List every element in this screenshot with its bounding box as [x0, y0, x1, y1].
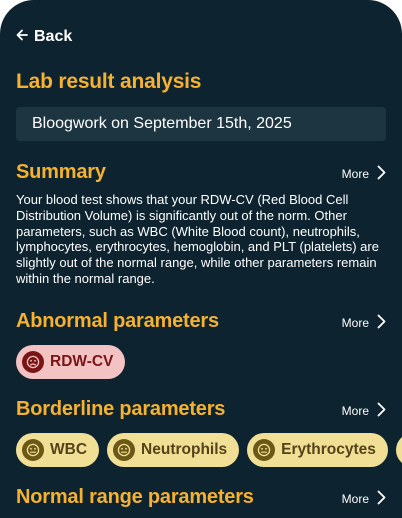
- parameter-chip-rdw-cv[interactable]: RDW-CV: [16, 345, 126, 379]
- chevron-right-icon: [377, 402, 386, 420]
- neutral-face-icon: [22, 439, 44, 461]
- report-selector-value: Bloogwork on September 15th, 2025: [32, 115, 292, 132]
- neutral-face-icon: [113, 439, 136, 461]
- report-selector[interactable]: Bloogwork on September 15th, 2025: [16, 107, 386, 141]
- chip-label: WBC: [50, 441, 88, 458]
- arrow-left-icon: [16, 28, 28, 46]
- abnormal-chips: RDW-CV: [16, 345, 126, 379]
- chip-label: RDW-CV: [50, 353, 114, 370]
- lab-result-screen: Back Lab result analysis Bloogwork on Se…: [0, 0, 402, 518]
- chip-label: Neutrophils: [141, 441, 228, 458]
- parameter-chip-neutrophils[interactable]: Neutrophils: [107, 433, 240, 467]
- parameter-chip-partial[interactable]: [395, 433, 402, 467]
- more-label: More: [341, 404, 369, 418]
- chip-label: Erythrocytes: [281, 441, 376, 458]
- summary-text: Your blood test shows that your RDW-CV (…: [16, 192, 379, 286]
- neutral-face-icon: [253, 439, 276, 461]
- normal-range-title: Normal range parameters: [16, 486, 254, 508]
- abnormal-more-button[interactable]: More: [342, 314, 386, 332]
- parameter-chip-erythrocytes[interactable]: Erythrocytes: [247, 433, 388, 467]
- borderline-title: Borderline parameters: [16, 398, 226, 420]
- summary-more-button[interactable]: More: [342, 165, 386, 183]
- borderline-chips: WBC Neutrophils Erythrocytes: [16, 433, 402, 467]
- back-label: Back: [34, 28, 73, 45]
- page-title: Lab result analysis: [16, 70, 202, 93]
- normal-range-more-button[interactable]: More: [342, 490, 386, 508]
- parameter-chip-wbc[interactable]: WBC: [16, 433, 100, 467]
- more-label: More: [341, 316, 369, 330]
- back-button[interactable]: Back: [16, 28, 72, 46]
- abnormal-title: Abnormal parameters: [16, 310, 219, 332]
- chevron-right-icon: [377, 490, 386, 508]
- more-label: More: [341, 492, 369, 506]
- more-label: More: [341, 167, 369, 181]
- borderline-more-button[interactable]: More: [342, 402, 386, 420]
- frown-face-icon: [22, 351, 44, 373]
- chevron-right-icon: [377, 314, 386, 332]
- chevron-right-icon: [377, 165, 386, 183]
- summary-title: Summary: [16, 161, 106, 183]
